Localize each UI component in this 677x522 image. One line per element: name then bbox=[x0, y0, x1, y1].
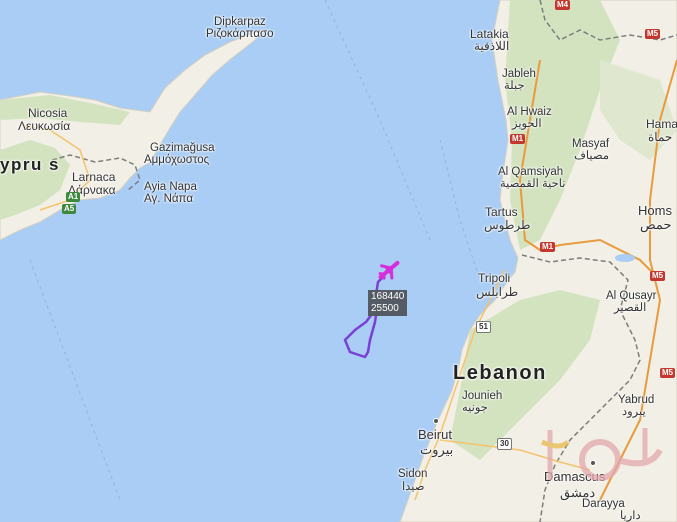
shield-m1-b: M1 bbox=[540, 242, 556, 252]
shield-m5-b: M5 bbox=[650, 271, 666, 281]
label-jableh-ar: جبلة bbox=[504, 80, 525, 92]
label-rizokarpaso: Ριζοκάρπασο bbox=[206, 28, 274, 40]
label-tripoli: Tripoli bbox=[478, 271, 511, 285]
map-canvas[interactable]: 168440 25500 Dipkarpaz Ριζοκάρπασο Nicos… bbox=[0, 0, 677, 522]
label-ammochostos: Αμμόχωστος bbox=[144, 154, 210, 166]
label-tartus-ar: طرطوس bbox=[484, 218, 531, 232]
shield-m5-a: M5 bbox=[645, 29, 661, 39]
shield-m4: M4 bbox=[555, 0, 571, 10]
label-homs: Homs bbox=[638, 203, 672, 218]
flight-label[interactable]: 168440 25500 bbox=[368, 290, 408, 316]
label-hama-ar: حماة bbox=[648, 130, 673, 144]
label-masyaf-ar: مصياف bbox=[574, 150, 610, 162]
label-alqusayr-ar: القصير bbox=[614, 302, 647, 314]
label-yabrud-ar: يبرود bbox=[622, 406, 646, 418]
label-lefkosia: Λευκωσία bbox=[18, 119, 71, 133]
label-beirut: Beirut bbox=[418, 427, 452, 442]
label-tripoli-ar: طرابلس bbox=[476, 285, 519, 299]
label-darayya-ar: داريا bbox=[620, 510, 641, 522]
label-jounieh-ar: جونيه bbox=[462, 402, 488, 414]
flight-id: 168440 bbox=[371, 291, 405, 302]
label-cyprus: ypru s bbox=[0, 155, 61, 174]
shield-a5: A5 bbox=[62, 204, 77, 214]
label-alqamsiyah-ar: ناحية القمصية bbox=[500, 178, 566, 190]
watermark-logo bbox=[540, 428, 663, 481]
lake-homs bbox=[615, 254, 635, 262]
maritime-line-2 bbox=[29, 259, 121, 501]
beirut-marker bbox=[433, 418, 439, 424]
shield-51: 51 bbox=[476, 321, 491, 333]
shield-m1-a: M1 bbox=[510, 134, 526, 144]
label-alhwaiz-ar: الحويز bbox=[512, 118, 542, 130]
label-lebanon: Lebanon bbox=[453, 362, 547, 384]
flight-track bbox=[343, 274, 386, 359]
shield-30: 30 bbox=[497, 438, 512, 450]
label-beirut-ar: بيروت bbox=[420, 442, 454, 457]
label-sidon: Sidon bbox=[398, 468, 428, 480]
maritime-line-1 bbox=[324, 0, 431, 241]
shield-a1: A1 bbox=[66, 192, 81, 202]
cyprus-landmass bbox=[0, 28, 264, 241]
label-latakia-ar: اللاذقية bbox=[474, 39, 510, 53]
label-sidon-ar: صيدا bbox=[402, 481, 425, 493]
shield-m5-c: M5 bbox=[660, 368, 676, 378]
flight-altitude: 25500 bbox=[371, 303, 399, 314]
label-agnapa: Αγ. Νάπα bbox=[144, 193, 193, 205]
label-homs-ar: حمص bbox=[640, 217, 672, 232]
maritime-line-3 bbox=[439, 139, 481, 281]
